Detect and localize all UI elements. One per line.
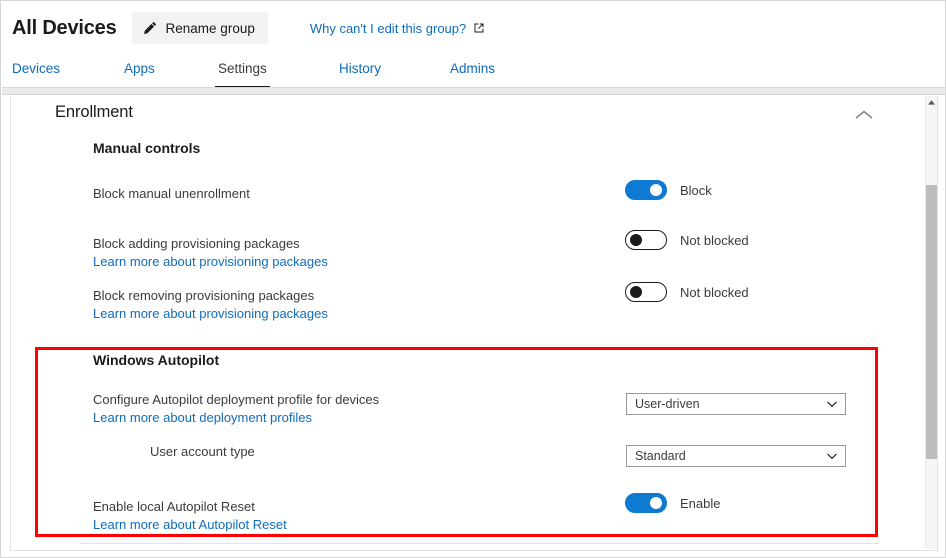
setting-label-block-manual-unenrollment: Block manual unenrollment [93,186,250,201]
toggle-knob [650,497,662,509]
setting-label-user-account-type: User account type [150,444,255,459]
toggle-state-label: Block [680,182,712,198]
toggle-state-label: Enable [680,495,721,511]
pencil-icon [142,21,157,36]
external-link-icon [473,22,485,34]
tab-admins[interactable]: Admins [450,58,495,89]
settings-window: All Devices Rename group Why can't I edi… [0,0,946,558]
section-title-enrollment: Enrollment [55,103,133,121]
tab-bar: Devices Apps Settings History Admins [2,58,945,89]
learn-more-autopilot-reset-link[interactable]: Learn more about Autopilot Reset [93,517,287,532]
toggle-state-label: Not blocked [680,232,749,248]
header-divider-strip [2,87,945,95]
rename-group-label: Rename group [165,20,255,36]
dropdown-user-account-type[interactable]: Standard [626,445,846,467]
page-header: All Devices Rename group Why can't I edi… [2,2,945,89]
toggle-knob [630,234,642,246]
setting-control-enable-local-autopilot-reset: Enable [625,493,720,513]
title-row: All Devices Rename group Why can't I edi… [2,2,945,54]
chevron-down-icon [826,398,838,410]
scroll-up-arrow-icon[interactable] [926,96,937,108]
dropdown-user-account-type-value: Standard [635,449,686,463]
learn-more-deployment-profiles-link[interactable]: Learn more about deployment profiles [93,410,312,425]
toggle-block-manual-unenrollment[interactable] [625,180,667,200]
toggle-knob [650,184,662,196]
dropdown-deployment-profile-value: User-driven [635,397,700,411]
why-cant-i-edit-link[interactable]: Why can't I edit this group? [310,21,485,36]
content-bottom-divider [79,543,879,544]
toggle-knob [630,286,642,298]
toggle-enable-local-autopilot-reset[interactable] [625,493,667,513]
vertical-scrollbar[interactable] [925,96,937,549]
learn-more-provisioning-packages-adding-link[interactable]: Learn more about provisioning packages [93,254,328,269]
group-heading-manual-controls: Manual controls [93,140,201,156]
setting-control-block-removing-provisioning-packages: Not blocked [625,282,749,302]
page-title: All Devices [12,16,117,39]
learn-more-provisioning-packages-removing-link[interactable]: Learn more about provisioning packages [93,306,328,321]
setting-label-enable-local-autopilot-reset: Enable local Autopilot Reset [93,499,255,514]
group-heading-windows-autopilot: Windows Autopilot [93,352,220,368]
setting-label-block-removing-provisioning-packages: Block removing provisioning packages [93,288,315,303]
setting-control-block-manual-unenrollment: Block [625,180,712,200]
settings-scroll-region: Enrollment Manual controls Block manual … [11,96,927,549]
chevron-up-icon[interactable] [851,104,877,126]
settings-content-pane: Enrollment Manual controls Block manual … [10,96,938,551]
chevron-down-icon [826,450,838,462]
toggle-block-removing-provisioning-packages[interactable] [625,282,667,302]
toggle-state-label: Not blocked [680,284,749,300]
tab-devices[interactable]: Devices [12,58,60,89]
scrollbar-thumb[interactable] [926,185,937,459]
toggle-block-adding-provisioning-packages[interactable] [625,230,667,250]
dropdown-deployment-profile[interactable]: User-driven [626,393,846,415]
tab-history[interactable]: History [339,58,381,89]
rename-group-button[interactable]: Rename group [131,12,268,44]
setting-control-block-adding-provisioning-packages: Not blocked [625,230,749,250]
setting-label-block-adding-provisioning-packages: Block adding provisioning packages [93,236,300,251]
tab-apps[interactable]: Apps [124,58,155,89]
tab-settings[interactable]: Settings [215,58,270,89]
setting-label-configure-autopilot-deployment-profile: Configure Autopilot deployment profile f… [93,392,380,407]
why-link-label: Why can't I edit this group? [309,20,467,36]
